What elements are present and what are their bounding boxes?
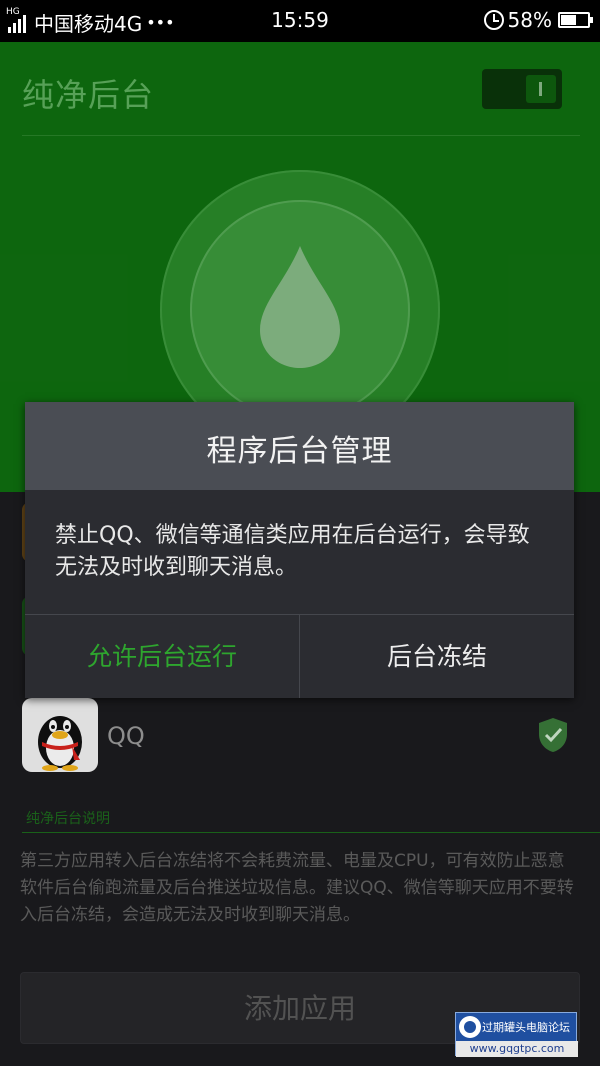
allow-background-button[interactable]: 允许后台运行 xyxy=(25,615,299,698)
dialog-message: 禁止QQ、微信等通信类应用在后台运行，会导致无法及时收到聊天消息。 xyxy=(55,523,530,580)
freeze-background-button[interactable]: 后台冻结 xyxy=(300,615,574,698)
watermark-logo-icon xyxy=(459,1016,481,1038)
battery-icon xyxy=(558,12,593,28)
site-watermark: 过期罐头电脑论坛 www.gqgtpc.com xyxy=(455,1012,578,1057)
status-bar: HG 中国移动4G ••• 15:59 58% xyxy=(0,0,600,42)
battery-fill xyxy=(561,15,576,25)
alarm-icon xyxy=(483,10,504,30)
dialog-header: 程序后台管理 xyxy=(25,402,574,490)
status-right: 58% xyxy=(483,8,593,32)
dialog-title: 程序后台管理 xyxy=(206,434,393,469)
watermark-url: www.gqgtpc.com xyxy=(456,1041,578,1057)
background-management-dialog: 程序后台管理 禁止QQ、微信等通信类应用在后台运行，会导致无法及时收到聊天消息。… xyxy=(25,402,574,698)
battery-percent: 58% xyxy=(507,8,552,32)
watermark-title: 过期罐头电脑论坛 xyxy=(482,1021,570,1034)
